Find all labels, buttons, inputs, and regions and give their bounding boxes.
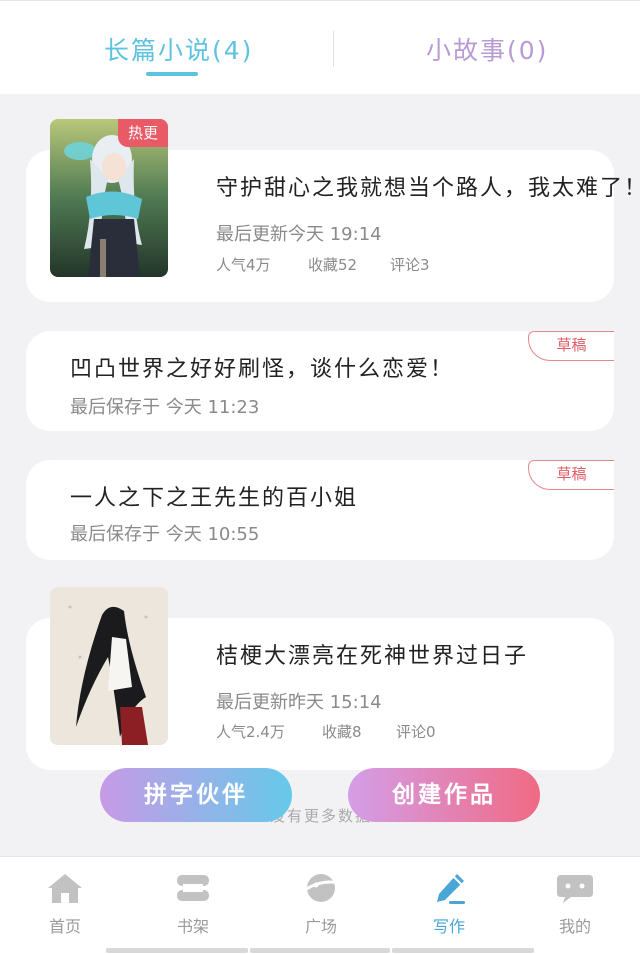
work-last-saved: 最后保存于 今天 11:23 [70,397,260,418]
work-last-updated: 最后更新今天 19:14 [216,224,382,245]
cover-illustration [50,587,168,745]
top-tab-bar: 长篇小说(4) 小故事(0) [0,0,640,94]
hot-update-badge: 热更 [118,119,168,147]
nav-label: 写作 [432,917,465,936]
work-title: 凹凸世界之好好刷怪，谈什么恋爱！ [70,357,455,382]
tab-short-stories[interactable]: 小故事(0) [426,31,548,67]
nav-bookshelf[interactable]: 书架 [158,871,228,937]
comments-stat: 评论3 [390,256,430,274]
home-indicator [106,948,248,953]
nav-square[interactable]: 广场 [286,871,356,937]
bottom-nav: 首页 书架 广场 写作 我的 [0,856,640,954]
work-last-saved: 最后保存于 今天 10:55 [70,524,260,545]
planet-icon [302,874,340,902]
active-tab-indicator [146,72,198,76]
work-title: 一人之下之王先生的百小姐 [70,486,359,511]
home-indicator [250,948,390,953]
draft-card[interactable]: 凹凸世界之好好刷怪，谈什么恋爱！ 最后保存于 今天 11:23 草稿 [26,331,614,431]
work-last-updated: 最后更新昨天 15:14 [216,692,382,713]
favorites-stat: 收藏52 [308,256,358,274]
nav-label: 我的 [558,917,591,936]
favorites-stat: 收藏8 [322,723,362,741]
book-cover[interactable]: 热更 [50,119,168,277]
chat-bubble-icon [557,875,593,903]
nav-label: 首页 [48,917,81,936]
bookshelf-icon [177,875,209,901]
nav-label: 书架 [176,917,209,936]
work-title: 桔梗大漂亮在死神世界过日子 [216,644,529,669]
comments-stat: 评论0 [396,723,436,741]
nav-mine[interactable]: 我的 [540,871,610,937]
create-work-button[interactable]: 创建作品 [348,768,540,822]
nav-writing[interactable]: 写作 [414,871,484,937]
draft-card[interactable]: 一人之下之王先生的百小姐 最后保存于 今天 10:55 草稿 [26,460,614,560]
nav-home[interactable]: 首页 [30,871,100,937]
nav-label: 广场 [304,917,337,936]
popularity-stat: 人气4万 [216,256,271,274]
home-indicator [392,948,534,953]
work-title: 守护甜心之我就想当个路人，我太难了！ [216,176,640,201]
draft-badge: 草稿 [528,460,614,490]
pen-icon [437,874,465,904]
tab-divider [333,31,334,67]
writing-partner-button[interactable]: 拼字伙伴 [100,768,292,822]
home-icon [48,874,82,903]
popularity-stat: 人气2.4万 [216,723,285,741]
tab-long-novels[interactable]: 长篇小说(4) [104,31,253,67]
draft-badge: 草稿 [528,331,614,361]
book-cover[interactable] [50,587,168,745]
